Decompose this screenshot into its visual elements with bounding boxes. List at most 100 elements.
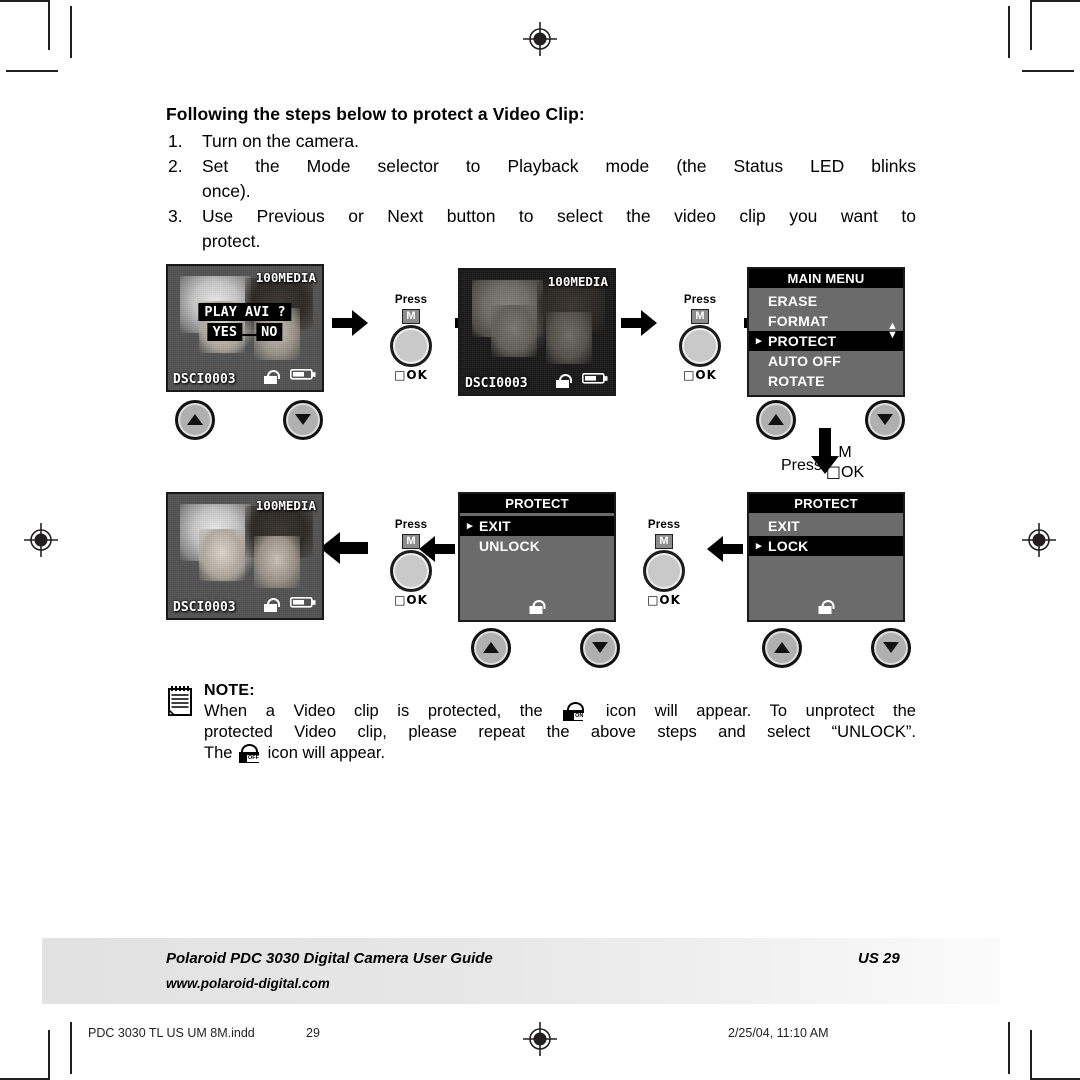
menu-item-erase[interactable]: ERASE [749,291,903,311]
triangle-down-icon [877,414,893,426]
mode-badge: M [655,533,673,549]
press-label: Press [683,293,717,306]
menu-item-auto-off[interactable]: AUTO OFF [749,351,903,371]
step-text-line1: Use Previous or Next button to select th… [202,205,916,226]
crop-mark-tr-h [1030,0,1080,2]
page-content: Following the steps below to protect a V… [166,104,916,764]
camera-screen-video-playing: 100MEDIA DSCI0003 [458,267,616,396]
press-m-ok-3[interactable]: Press M □OK [781,444,864,482]
crop-mark-br-v [1030,1030,1032,1080]
nav-down-button[interactable] [865,399,905,440]
crop-mark-tl-h [0,0,50,2]
camera-screen-main-menu: MAIN MENU ERASE FORMAT ▸ PROTECT AUTO OFF… [747,266,905,397]
press-m-ok-4[interactable]: Press M □OK [621,519,707,607]
menu-item-label: LOCK [768,537,809,554]
press-label: Press [647,518,681,531]
menu-scrollbar[interactable]: ▲ ▼ [886,320,899,340]
triangle-up-icon [483,642,499,654]
menu-item-protect[interactable]: ▸ PROTECT [749,330,903,351]
ok-knob-button[interactable] [390,549,432,592]
crop-mark-br-v2 [1008,1022,1010,1074]
menu-item-label: FORMAT [768,312,829,329]
registration-target-right-icon [1022,523,1056,557]
crop-mark-tl-v2 [70,6,72,58]
note-line-3: The OFF icon will appear. [204,743,916,764]
ok-label: □OK [394,367,428,382]
scroll-down-icon[interactable]: ▼ [886,329,899,340]
menu-item-exit[interactable]: ▸ EXIT [460,515,614,536]
protect-menu-title: PROTECT [749,493,903,513]
lock-off-icon: OFF [239,744,261,764]
crop-mark-bl-v [48,1030,50,1080]
osd-battery-icon [290,367,316,385]
step-text: Turn on the camera. [202,130,359,151]
ok-knob-button[interactable] [643,549,685,592]
note-line-2: protected Video clip, please repeat the … [204,722,916,741]
press-m-ok-5[interactable]: Press M □OK [368,519,454,607]
crop-mark-tr-v [1030,0,1032,50]
nav-up-button[interactable] [175,399,215,440]
crop-mark-tl-h2 [6,70,58,72]
ok-knob-button[interactable] [390,324,432,367]
note-text: The [204,743,233,762]
triangle-up-icon [774,642,790,654]
protect-menu-rows: ▸ EXIT UNLOCK [460,513,614,620]
nav-down-button[interactable] [871,627,911,668]
play-avi-no-option[interactable]: NO [256,323,283,342]
osd-folder-label: 100MEDIA [547,273,608,289]
play-avi-yes-option[interactable]: YES [207,323,243,342]
footer-title: Polaroid PDC 3030 Digital Camera User Gu… [166,950,493,967]
main-menu-title: MAIN MENU [749,268,903,288]
nav-up-button[interactable] [756,399,796,440]
osd-filename-label: DSCI0003 [173,599,236,615]
crop-mark-tr-h2 [1022,70,1074,72]
menu-item-label: AUTO OFF [768,352,841,369]
menu-item-exit[interactable]: EXIT [749,516,903,536]
print-filename: PDC 3030 TL US UM 8M.indd [88,1026,255,1040]
flow-arrow-left-icon [320,531,368,564]
menu-item-lock[interactable]: ▸ LOCK [749,535,903,556]
main-menu: MAIN MENU ERASE FORMAT ▸ PROTECT AUTO OFF… [749,268,903,395]
lock-on-icon: ON [563,702,585,722]
nav-up-button[interactable] [762,627,802,668]
note-text: icon will appear. To unprotect the [605,701,916,720]
nav-down-button[interactable] [283,399,323,440]
camera-screen-protected-clip: 100MEDIA DSCI0003 [166,491,324,620]
mode-badge: M [402,308,420,324]
mode-badge: M [402,533,420,549]
footer-page-number: US 29 [858,950,900,967]
menu-item-rotate[interactable]: ROTATE [749,371,903,391]
nav-up-button[interactable] [471,627,511,668]
osd-lock-icon [529,598,546,616]
step-item-2: 2. Set the Mode selector to Playback mod… [166,154,916,204]
note-text: When a Video clip is protected, the [204,701,543,720]
triangle-down-icon [883,642,899,654]
press-m-ok-1[interactable]: Press M □OK [368,294,454,382]
menu-item-label: ROTATE [768,372,825,389]
menu-item-unlock[interactable]: UNLOCK [460,536,614,556]
osd-lock-icon [264,368,280,386]
menu-item-format[interactable]: FORMAT [749,311,903,331]
ok-knob-button[interactable] [679,324,721,367]
triangle-up-icon [768,414,784,426]
footer-url[interactable]: www.polaroid-digital.com [166,976,330,991]
mode-badge: M [838,443,852,461]
ok-label: □OK [394,592,428,607]
note-body: When a Video clip is protected, the ON i… [204,701,916,764]
nav-down-button[interactable] [580,627,620,668]
step-item-1: 1. Turn on the camera. [166,129,916,154]
crop-mark-tl-v [48,0,50,50]
osd-folder-label: 100MEDIA [255,497,316,513]
note-title: NOTE: [204,681,255,699]
procedure-diagram: 100MEDIA PLAY AVI ? YES NO DSCI0003 Pres… [166,263,916,674]
menu-item-label: PROTECT [768,332,837,349]
osd-lock-icon [264,596,280,614]
ok-label: □OK [825,461,865,481]
press-m-ok-2[interactable]: Press M □OK [657,294,743,382]
press-label: Press [394,518,428,531]
crop-mark-tr-v2 [1008,6,1010,58]
press-label: Press [781,456,822,474]
triangle-down-icon [592,642,608,654]
step-text-line1: Set the Mode selector to Playback mode (… [202,155,916,176]
flow-arrow-left-icon [707,535,743,562]
